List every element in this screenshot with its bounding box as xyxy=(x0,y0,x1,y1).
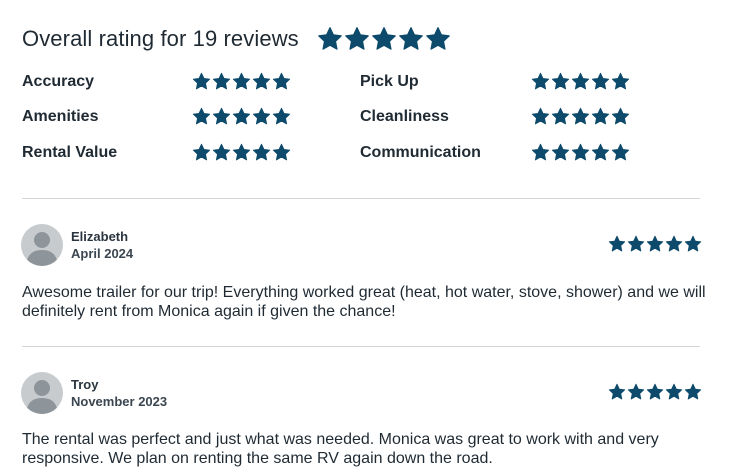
review-date: April 2024 xyxy=(71,246,134,261)
divider xyxy=(22,198,700,199)
star-icon xyxy=(611,143,630,162)
star-icon xyxy=(627,383,645,401)
star-icon xyxy=(608,383,626,401)
review-stars xyxy=(608,235,702,253)
star-icon xyxy=(531,143,550,162)
overall-rating-title: Overall rating for 19 reviews xyxy=(22,26,299,51)
category-stars-rental-value xyxy=(192,143,291,162)
star-icon xyxy=(192,107,211,126)
star-icon xyxy=(684,235,702,253)
category-stars-communication xyxy=(531,143,630,162)
star-icon xyxy=(232,72,251,91)
category-stars-cleanliness xyxy=(531,107,630,126)
star-icon xyxy=(551,107,570,126)
star-icon xyxy=(571,72,590,91)
star-icon xyxy=(591,72,610,91)
category-label-accuracy: Accuracy xyxy=(22,73,95,90)
star-icon xyxy=(425,26,451,52)
star-icon xyxy=(272,72,291,91)
reviewer-name: Elizabeth xyxy=(71,229,129,244)
star-icon xyxy=(646,383,664,401)
star-icon xyxy=(531,107,550,126)
star-icon xyxy=(212,72,231,91)
star-icon xyxy=(611,72,630,91)
category-label-cleanliness: Cleanliness xyxy=(360,108,449,125)
star-icon xyxy=(398,26,424,52)
star-icon xyxy=(684,383,702,401)
category-label-amenities: Amenities xyxy=(22,108,99,125)
category-stars-pick-up xyxy=(531,72,630,91)
star-icon xyxy=(371,26,397,52)
review-text: The rental was perfect and just what was… xyxy=(22,431,659,467)
category-label-pick-up: Pick Up xyxy=(360,73,419,90)
star-icon xyxy=(192,72,211,91)
star-icon xyxy=(252,143,271,162)
category-label-communication: Communication xyxy=(360,144,481,161)
star-icon xyxy=(551,143,570,162)
star-icon xyxy=(646,235,664,253)
star-icon xyxy=(317,26,343,52)
star-icon xyxy=(344,26,370,52)
user-avatar-icon xyxy=(21,224,63,266)
star-icon xyxy=(252,72,271,91)
reviewer-name: Troy xyxy=(71,377,99,392)
star-icon xyxy=(571,143,590,162)
category-label-rental-value: Rental Value xyxy=(22,144,118,161)
star-icon xyxy=(611,107,630,126)
overall-rating: Overall rating for 19 reviews xyxy=(22,26,451,52)
category-stars-accuracy xyxy=(192,72,291,91)
star-icon xyxy=(591,107,610,126)
review-text: Awesome trailer for our trip! Everything… xyxy=(22,284,706,320)
star-icon xyxy=(627,235,645,253)
star-icon xyxy=(232,107,251,126)
star-icon xyxy=(608,235,626,253)
review-stars xyxy=(608,383,702,401)
category-stars-amenities xyxy=(192,107,291,126)
review-date: November 2023 xyxy=(71,394,168,409)
star-icon xyxy=(192,143,211,162)
star-icon xyxy=(252,107,271,126)
star-icon xyxy=(551,72,570,91)
star-icon xyxy=(212,143,231,162)
star-icon xyxy=(212,107,231,126)
star-icon xyxy=(665,235,683,253)
divider xyxy=(22,346,700,347)
star-icon xyxy=(272,143,291,162)
star-icon xyxy=(571,107,590,126)
star-icon xyxy=(232,143,251,162)
star-icon xyxy=(272,107,291,126)
overall-stars xyxy=(317,26,451,52)
star-icon xyxy=(591,143,610,162)
user-avatar-icon xyxy=(21,372,63,414)
star-icon xyxy=(665,383,683,401)
star-icon xyxy=(531,72,550,91)
